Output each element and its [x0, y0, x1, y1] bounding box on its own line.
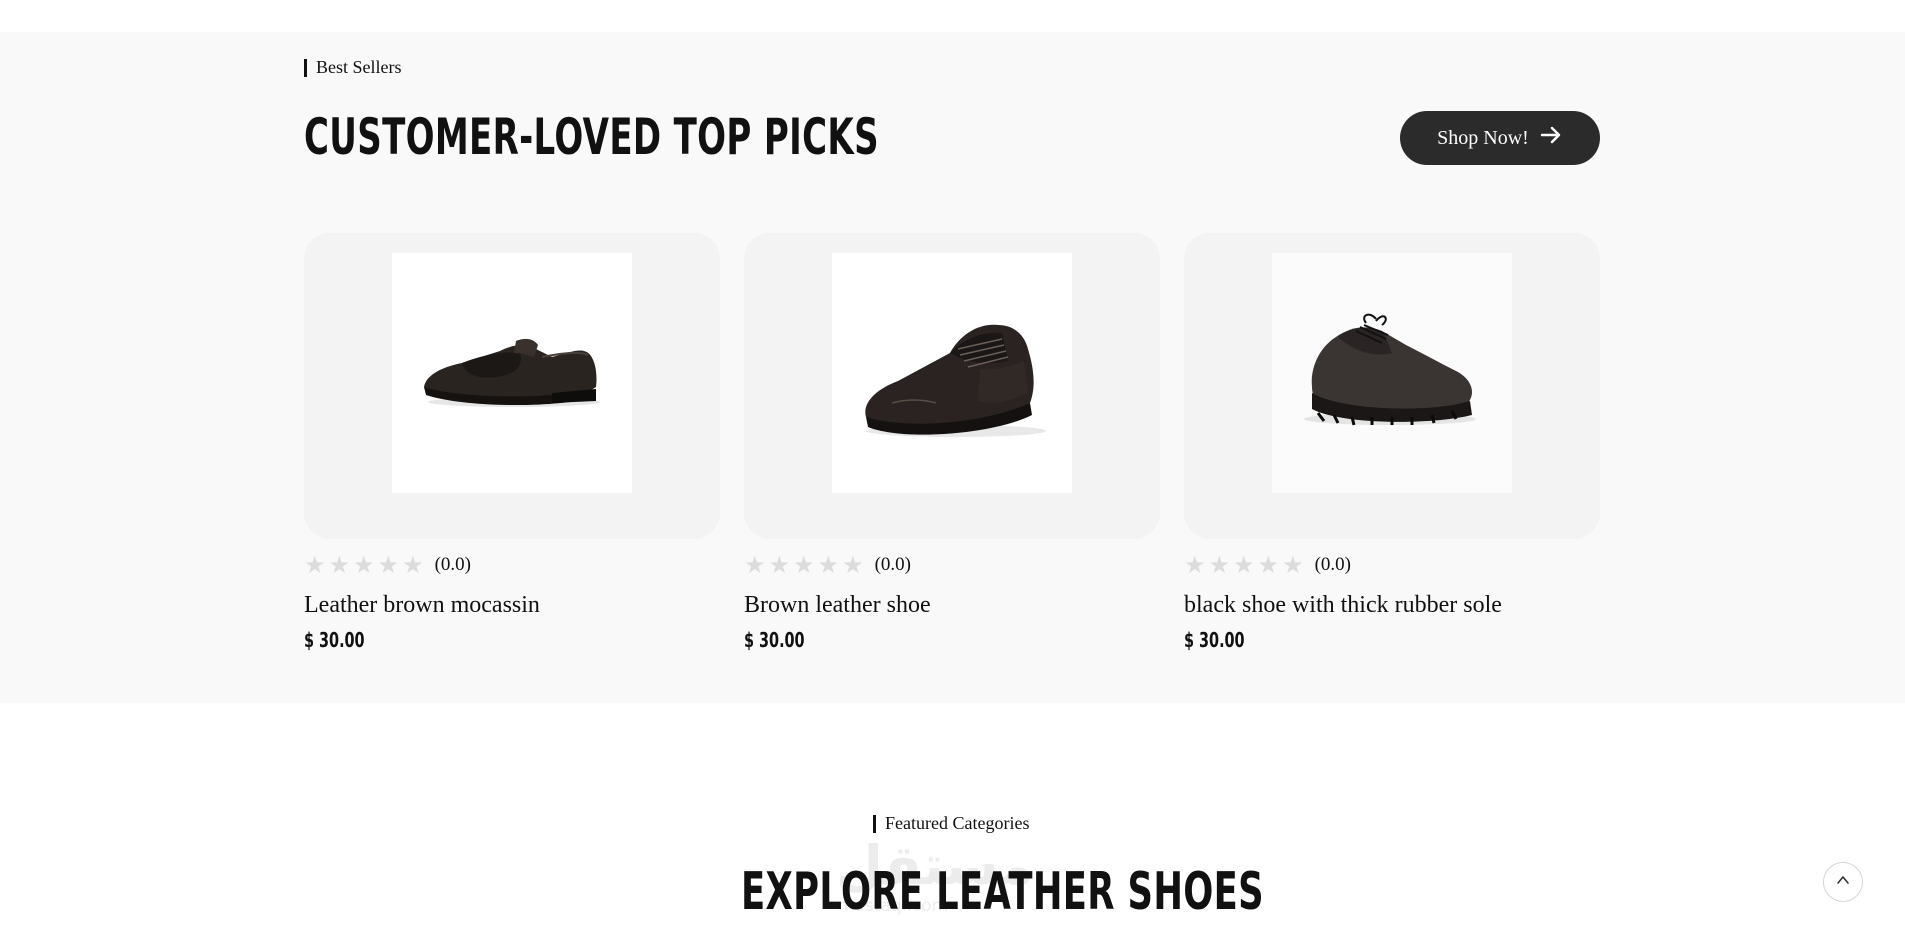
product-name-link[interactable]: black shoe with thick rubber sole [1184, 592, 1502, 619]
featured-categories-eyebrow: Featured Categories [873, 813, 1029, 834]
eyebrow-label: Featured Categories [885, 813, 1030, 833]
shop-now-button[interactable]: Shop Now! [1400, 111, 1600, 165]
star-icon: ★ [842, 551, 864, 579]
product-price: $ 30.00 [744, 628, 805, 652]
rating: ★ ★ ★ ★ ★ (0.0) [304, 553, 471, 577]
star-icon: ★ [1208, 551, 1231, 579]
chevron-up-icon [1836, 873, 1850, 892]
rating: ★ ★ ★ ★ ★ (0.0) [744, 553, 911, 577]
star-icon: ★ [793, 551, 815, 579]
eyebrow-label: Best Sellers [316, 57, 402, 77]
product-price: $ 30.00 [304, 628, 365, 652]
star-icon: ★ [1233, 551, 1255, 579]
star-icon: ★ [402, 551, 424, 579]
top-strip [0, 0, 1905, 32]
star-icon: ★ [328, 551, 351, 579]
product-image-loafer[interactable] [392, 253, 632, 493]
arrow-right-icon [1539, 123, 1563, 153]
product-price: $ 30.00 [1184, 628, 1245, 652]
star-icon: ★ [353, 551, 375, 579]
star-icon: ★ [744, 551, 766, 579]
section-title: CUSTOMER-LOVED TOP PICKS [304, 108, 879, 166]
scroll-to-top-button[interactable] [1823, 862, 1863, 902]
product-image-frame[interactable] [744, 233, 1160, 539]
product-image-frame[interactable] [1184, 233, 1600, 539]
star-icon: ★ [1282, 551, 1304, 579]
rating-value: (0.0) [434, 554, 471, 575]
product-image-derby[interactable] [1272, 253, 1512, 493]
product-name-link[interactable]: Leather brown mocassin [304, 592, 540, 619]
best-sellers-eyebrow: Best Sellers [304, 57, 402, 78]
eyebrow-bar [873, 814, 876, 833]
star-icon: ★ [1257, 551, 1280, 579]
product-card[interactable]: ★ ★ ★ ★ ★ (0.0) Leather brown mocassin $ 30.… [304, 233, 720, 652]
product-card[interactable]: ★ ★ ★ ★ ★ (0.0) black shoe with thick rubber… [1184, 233, 1600, 652]
rating: ★ ★ ★ ★ ★ (0.0) [1184, 553, 1351, 577]
rating-value: (0.0) [874, 554, 911, 575]
star-icon: ★ [817, 551, 840, 579]
star-icon: ★ [304, 551, 326, 579]
eyebrow-bar [304, 58, 307, 77]
product-image-oxford[interactable] [832, 253, 1072, 493]
star-icon: ★ [377, 551, 400, 579]
product-card[interactable]: ★ ★ ★ ★ ★ (0.0) Brown leather shoe $ 30.00 [744, 233, 1160, 652]
star-icon: ★ [768, 551, 791, 579]
featured-title: EXPLORE LEATHER SHOES [741, 862, 1264, 922]
product-image-frame[interactable] [304, 233, 720, 539]
rating-value: (0.0) [1314, 554, 1351, 575]
star-icon: ★ [1184, 551, 1206, 579]
product-name-link[interactable]: Brown leather shoe [744, 592, 931, 619]
shop-now-label: Shop Now! [1437, 126, 1529, 149]
